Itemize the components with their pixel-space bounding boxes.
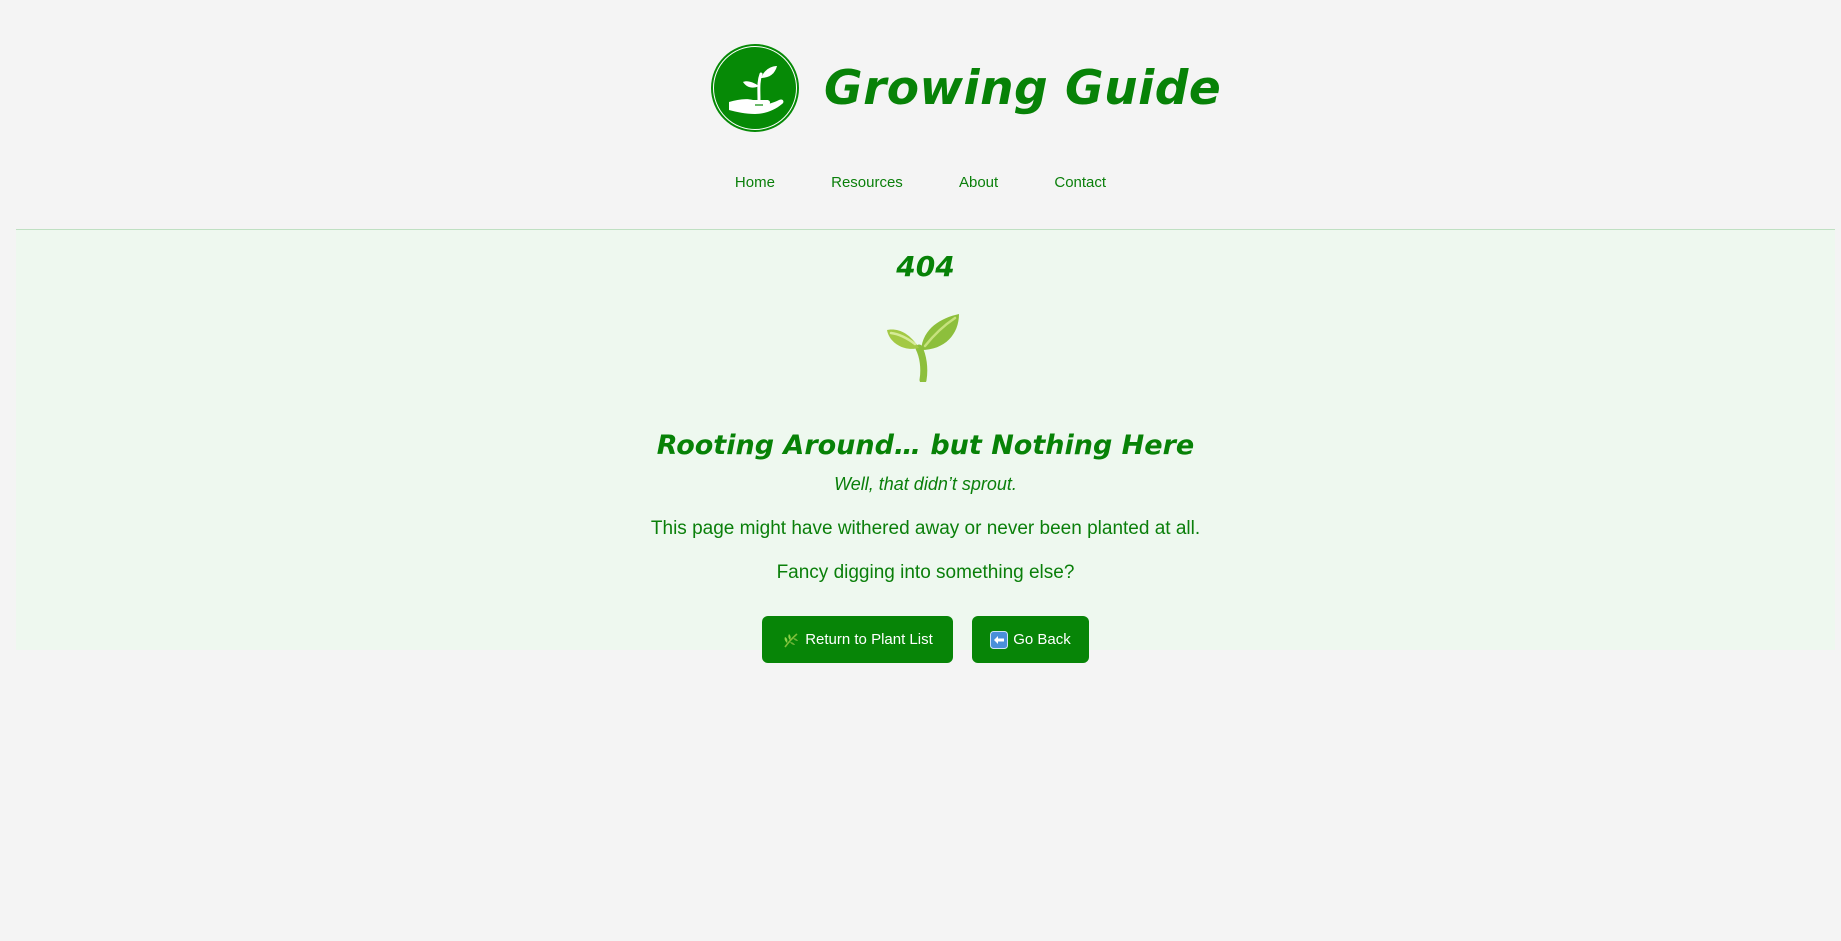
- error-code: 404: [896, 250, 955, 283]
- back-arrow-icon: [990, 630, 1009, 649]
- site-header: Growing Guide Home Resources About Conta…: [0, 0, 1841, 229]
- nav-resources-link[interactable]: Resources: [831, 174, 903, 191]
- error-subline: Well, that didn’t sprout.: [834, 474, 1017, 494]
- page: Growing Guide Home Resources About Conta…: [0, 0, 1841, 941]
- action-buttons: Return to Plant List Go Back: [762, 616, 1089, 663]
- return-button-label: Return to Plant List: [805, 631, 933, 648]
- main-nav: Home Resources About Contact: [0, 174, 1841, 191]
- go-back-button[interactable]: Go Back: [972, 616, 1089, 663]
- return-to-plant-list-button[interactable]: Return to Plant List: [762, 616, 953, 663]
- site-title: Growing Guide: [824, 60, 1222, 116]
- brand[interactable]: Growing Guide: [711, 44, 1221, 132]
- seedling-icon: [885, 310, 965, 384]
- error-panel: 404 Rooting Around… but Nothing Here Wel…: [16, 230, 1835, 663]
- herb-icon: [782, 631, 800, 649]
- nav-home-link[interactable]: Home: [735, 174, 775, 191]
- error-message: This page might have withered away or ne…: [650, 518, 1201, 539]
- error-prompt: Fancy digging into something else?: [776, 562, 1075, 583]
- back-button-label: Go Back: [1013, 631, 1071, 648]
- nav-about-link[interactable]: About: [959, 174, 998, 191]
- hand-holding-seedling-icon: [711, 44, 799, 132]
- nav-contact-link[interactable]: Contact: [1054, 174, 1106, 191]
- error-headline: Rooting Around… but Nothing Here: [656, 430, 1195, 461]
